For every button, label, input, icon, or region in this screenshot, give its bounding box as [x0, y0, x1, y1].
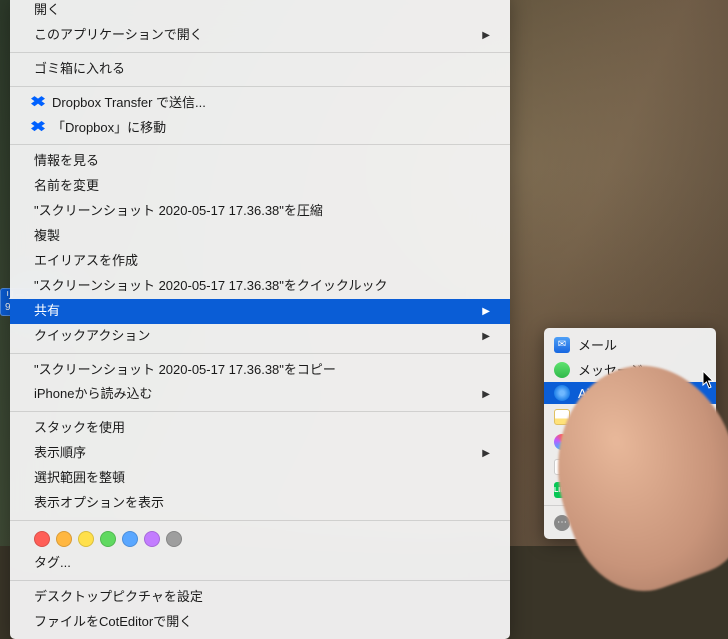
menu-item-label: タグ...: [34, 555, 71, 572]
menu-item-label: "スクリーンショット 2020-05-17 17.36.38"を圧縮: [34, 203, 323, 220]
tag-color-dot[interactable]: [34, 531, 50, 547]
menu-item-label: エイリアスを作成: [34, 253, 138, 270]
tag-color-dot[interactable]: [78, 531, 94, 547]
dropbox-icon: [30, 120, 46, 136]
tag-color-dot[interactable]: [166, 531, 182, 547]
menu-item-label: 表示順序: [34, 445, 86, 462]
context-menu-item[interactable]: 選択範囲を整頓: [10, 466, 510, 491]
menu-item-label: 「Dropbox」に移動: [52, 120, 166, 137]
menu-separator: [10, 144, 510, 145]
submenu-arrow-icon: ▶: [482, 447, 490, 460]
context-menu-item[interactable]: このアプリケーションで開く ▶: [10, 23, 510, 48]
menu-item-label: スタックを使用: [34, 420, 125, 437]
menu-item-label: "スクリーンショット 2020-05-17 17.36.38"をコピー: [34, 362, 336, 379]
context-menu-item[interactable]: 共有 ▶: [10, 299, 510, 324]
submenu-arrow-icon: ▶: [482, 29, 490, 42]
menu-separator: [10, 86, 510, 87]
submenu-arrow-icon: ▶: [482, 305, 490, 318]
submenu-arrow-icon: ▶: [482, 330, 490, 343]
context-menu-item[interactable]: 表示順序 ▶: [10, 441, 510, 466]
context-menu-item[interactable]: 名前を変更: [10, 174, 510, 199]
menu-item-label: 名前を変更: [34, 178, 99, 195]
menu-item-label: Dropbox Transfer で送信...: [52, 95, 206, 112]
context-menu-item[interactable]: エイリアスを作成: [10, 249, 510, 274]
dropbox-icon: [30, 95, 46, 111]
mail-icon: ✉: [554, 337, 570, 353]
menu-item-label: 表示オプションを表示: [34, 495, 164, 512]
context-menu-item[interactable]: タグ...: [10, 551, 510, 576]
context-menu-item[interactable]: 「Dropbox」に移動: [10, 116, 510, 141]
share-item-label: メール: [578, 335, 617, 354]
menu-item-label: 選択範囲を整頓: [34, 470, 125, 487]
menu-item-label: 複製: [34, 228, 60, 245]
tag-color-dot[interactable]: [144, 531, 160, 547]
context-menu-item[interactable]: "スクリーンショット 2020-05-17 17.36.38"をコピー: [10, 358, 510, 383]
tag-color-row: [10, 525, 510, 551]
context-menu-item[interactable]: クイックアクション ▶: [10, 324, 510, 349]
menu-item-label: 共有: [34, 303, 60, 320]
airdrop-icon: [554, 385, 570, 401]
context-menu-item[interactable]: 表示オプションを表示: [10, 491, 510, 516]
menu-item-label: ゴミ箱に入れる: [34, 61, 125, 78]
menu-separator: [10, 580, 510, 581]
tag-color-dot[interactable]: [122, 531, 138, 547]
menu-separator: [10, 353, 510, 354]
menu-separator: [10, 520, 510, 521]
share-menu-item[interactable]: ✉ メール: [544, 332, 716, 357]
context-menu-item[interactable]: 情報を見る: [10, 149, 510, 174]
context-menu-item[interactable]: 開く: [10, 0, 510, 23]
context-menu-item[interactable]: 複製: [10, 224, 510, 249]
menu-item-label: このアプリケーションで開く: [34, 27, 203, 44]
context-menu-item[interactable]: スタックを使用: [10, 416, 510, 441]
menu-separator: [10, 52, 510, 53]
menu-separator: [10, 411, 510, 412]
context-menu-item[interactable]: "スクリーンショット 2020-05-17 17.36.38"を圧縮: [10, 199, 510, 224]
menu-item-label: iPhoneから読み込む: [34, 386, 152, 403]
context-menu-item[interactable]: デスクトップピクチャを設定: [10, 585, 510, 610]
context-menu-item[interactable]: ファイルをCotEditorで開く: [10, 610, 510, 635]
menu-item-label: 情報を見る: [34, 153, 99, 170]
tag-color-dot[interactable]: [56, 531, 72, 547]
context-menu-item[interactable]: "スクリーンショット 2020-05-17 17.36.38"をクイックルック: [10, 274, 510, 299]
context-menu-item[interactable]: iPhoneから読み込む ▶: [10, 382, 510, 407]
menu-item-label: 開く: [34, 2, 60, 19]
submenu-arrow-icon: ▶: [482, 388, 490, 401]
menu-item-label: "スクリーンショット 2020-05-17 17.36.38"をクイックルック: [34, 278, 388, 295]
menu-item-label: クイックアクション: [34, 328, 150, 345]
message-icon: [554, 362, 570, 378]
context-menu-item[interactable]: Dropbox Transfer で送信...: [10, 91, 510, 116]
menu-item-label: デスクトップピクチャを設定: [34, 589, 203, 606]
tag-color-dot[interactable]: [100, 531, 116, 547]
context-menu-item[interactable]: ゴミ箱に入れる: [10, 57, 510, 82]
menu-item-label: ファイルをCotEditorで開く: [34, 614, 192, 631]
finder-context-menu: 開くこのアプリケーションで開く ▶ ゴミ箱に入れる Dropbox Transfer …: [10, 0, 510, 639]
